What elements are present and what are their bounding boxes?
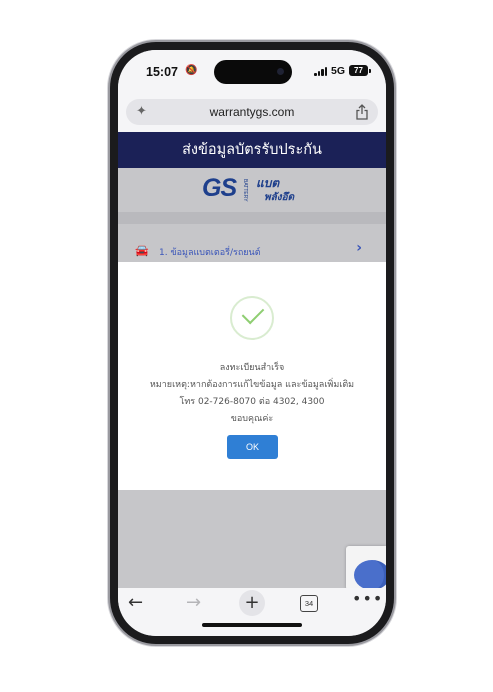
logo-band: GS BATTERY แบต พลังอึด — [118, 168, 386, 212]
svg-text:แบต: แบต — [256, 176, 280, 190]
status-time: 15:07 — [146, 65, 178, 79]
home-indicator — [202, 623, 302, 627]
signal-icon — [314, 67, 328, 76]
phone-frame: 15:07 🔕 5G 77 ✦ warrantygs.com ส่งข้อมูล… — [110, 42, 394, 644]
tabs-icon[interactable]: 34 — [300, 595, 318, 612]
camera-dot — [277, 68, 284, 75]
chevron-right-icon[interactable]: › — [356, 240, 362, 256]
battery-icon: 77 — [349, 65, 371, 76]
url-text[interactable]: warrantygs.com — [126, 105, 378, 119]
status-bar: 15:07 🔕 5G 77 — [118, 50, 386, 94]
share-icon[interactable] — [355, 104, 369, 120]
phone-screen: 15:07 🔕 5G 77 ✦ warrantygs.com ส่งข้อมูล… — [118, 50, 386, 636]
svg-text:พลังอึด: พลังอึด — [264, 191, 296, 203]
modal-note: หมายเหตุ:หากต้องการแก้ไขข้อมูล และข้อมูล… — [149, 380, 355, 390]
browser-toolbar: ← → + 34 ••• — [118, 588, 386, 636]
forward-arrow-icon[interactable]: → — [186, 592, 201, 613]
recaptcha-icon — [354, 560, 386, 590]
gs-logo: GS — [202, 174, 237, 202]
modal-phone: โทร 02-726-8070 ต่อ 4302, 4300 — [179, 397, 325, 407]
check-icon — [241, 301, 265, 325]
brand-logo: แบต พลังอึด — [256, 176, 296, 203]
ok-button[interactable]: OK — [227, 435, 278, 459]
modal-thanks: ขอบคุณค่ะ — [230, 414, 274, 424]
more-icon[interactable]: ••• — [352, 589, 383, 608]
dynamic-island — [214, 60, 292, 84]
section-divider — [118, 212, 386, 224]
browser-address-bar: ✦ warrantygs.com — [118, 94, 386, 132]
gs-logo-subtext: BATTERY — [242, 179, 248, 202]
success-circle — [230, 296, 274, 340]
recaptcha-badge[interactable] — [346, 546, 386, 590]
car-icon: 🚘 — [135, 244, 149, 257]
silent-bell-icon: 🔕 — [185, 65, 198, 76]
network-label: 5G — [331, 65, 346, 77]
page-title: ส่งข้อมูลบัตรรับประกัน — [118, 132, 386, 168]
success-modal: ลงทะเบียนสำเร็จ หมายเหตุ:หากต้องการแก้ไข… — [118, 262, 386, 490]
section-label: 1. ข้อมูลแบตเตอรี่/รถยนต์ — [159, 248, 261, 258]
plus-icon[interactable]: + — [239, 590, 265, 616]
back-arrow-icon[interactable]: ← — [128, 592, 143, 613]
url-field[interactable]: ✦ warrantygs.com — [126, 99, 378, 125]
modal-title: ลงทะเบียนสำเร็จ — [219, 363, 285, 373]
